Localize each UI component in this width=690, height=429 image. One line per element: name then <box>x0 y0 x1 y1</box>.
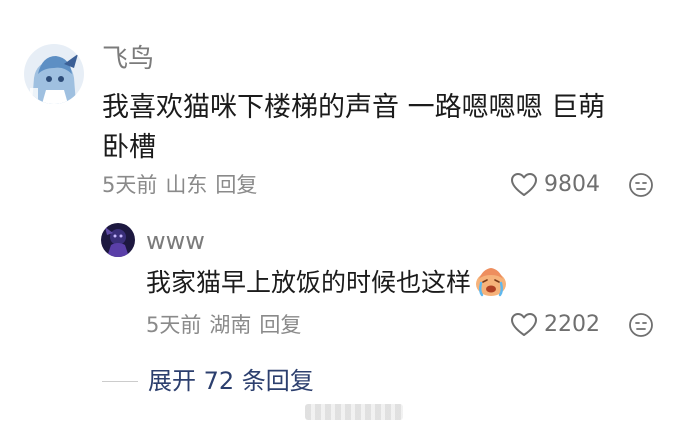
reply-like-count: 2202 <box>544 312 600 337</box>
expand-replies-button[interactable]: 展开 72 条回复 <box>102 366 314 396</box>
avatar-image <box>24 44 84 104</box>
divider <box>102 380 138 382</box>
reply-dislike-button[interactable] <box>628 312 654 342</box>
reply-username[interactable]: www <box>146 226 205 256</box>
avatar[interactable] <box>24 44 84 104</box>
comment-meta: 5天前 山东 回复 <box>102 171 265 199</box>
reply-item: www 我家猫早上放饭的时候也这样 5天前 湖南 回复 2202 <box>0 215 690 345</box>
reply-time: 5天前 <box>146 313 202 337</box>
comment-item: 飞鸟 我喜欢猫咪下楼梯的声音 一路嗯嗯嗯 巨萌 卧槽 5天前 山东 回复 9804 <box>0 0 690 215</box>
comment-time: 5天前 <box>102 173 158 197</box>
frown-face-icon <box>629 173 653 197</box>
reply-location: 湖南 <box>209 313 252 337</box>
heart-icon <box>511 313 537 336</box>
frown-face-icon <box>629 313 653 337</box>
reply-like-button[interactable]: 2202 <box>510 311 600 339</box>
comment-username[interactable]: 飞鸟 <box>102 44 154 74</box>
watermark <box>305 404 403 420</box>
comment-text-line1: 我喜欢猫咪下楼梯的声音 一路嗯嗯嗯 巨萌 <box>102 92 606 123</box>
comment-like-count: 9804 <box>544 172 600 197</box>
reply-text-row: 我家猫早上放饭的时候也这样 <box>146 263 666 309</box>
comment-text: 我喜欢猫咪下楼梯的声音 一路嗯嗯嗯 巨萌 卧槽 <box>102 88 672 168</box>
comment-text-line2: 卧槽 <box>102 132 156 163</box>
crying-face-emoji-icon <box>473 265 509 309</box>
comment-dislike-button[interactable] <box>628 172 654 202</box>
expand-replies-label: 展开 72 条回复 <box>148 367 314 395</box>
comment-reply-button[interactable]: 回复 <box>215 173 257 197</box>
comment-like-button[interactable]: 9804 <box>510 171 600 199</box>
reply-text: 我家猫早上放饭的时候也这样 <box>146 268 472 297</box>
reply-reply-button[interactable]: 回复 <box>259 313 301 337</box>
comment-location: 山东 <box>165 173 208 197</box>
reply-avatar-image <box>101 223 135 257</box>
reply-meta: 5天前 湖南 回复 <box>146 311 309 339</box>
reply-avatar[interactable] <box>101 223 135 257</box>
heart-icon <box>511 173 537 196</box>
